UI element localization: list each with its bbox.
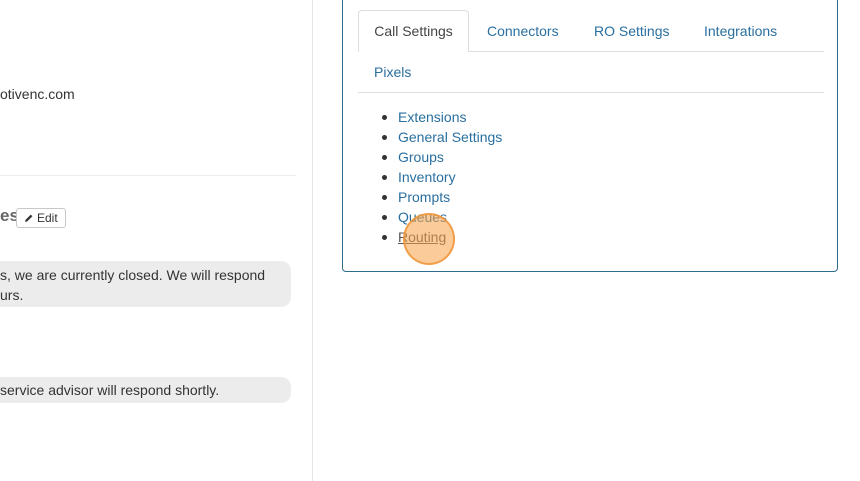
bullet [382,115,387,120]
bullet [382,135,387,140]
tab-row-divider [358,92,824,93]
link-inventory[interactable]: Inventory [398,169,456,185]
email-value: otivenc.com [0,86,75,102]
page: otivenc.com es Edit s, we are currently … [0,0,860,481]
settings-panel: Call Settings Connectors RO Settings Int… [342,0,838,272]
message-line: urs. [0,287,24,303]
bullet [382,235,387,240]
tab-row-divider [469,51,824,52]
message-line: service advisor will respond shortly. [0,382,220,398]
list-item: General Settings [375,127,502,147]
list-item: Queues [375,207,502,227]
call-settings-link-list: Extensions General Settings Groups Inven… [375,107,502,247]
pencil-icon [25,214,33,222]
tab-pixels[interactable]: Pixels [374,64,411,80]
tab-connectors[interactable]: Connectors [487,23,559,39]
tab-call-settings[interactable]: Call Settings [358,10,469,52]
list-item: Inventory [375,167,502,187]
list-item: Groups [375,147,502,167]
list-item: Routing [375,227,502,247]
bullet [382,195,387,200]
message-bubble: s, we are currently closed. We will resp… [0,261,291,307]
tab-ro-settings[interactable]: RO Settings [594,23,669,39]
left-column: otivenc.com es Edit s, we are currently … [0,0,313,481]
bullet [382,175,387,180]
link-queues[interactable]: Queues [398,209,447,225]
list-item: Prompts [375,187,502,207]
message-line: s, we are currently closed. We will resp… [0,267,266,283]
bullet [382,155,387,160]
message-bubble: service advisor will respond shortly. [0,377,291,403]
bullet [382,215,387,220]
edit-button-label: Edit [37,211,58,225]
link-prompts[interactable]: Prompts [398,189,450,205]
tab-integrations[interactable]: Integrations [704,23,777,39]
edit-button[interactable]: Edit [16,208,66,228]
link-groups[interactable]: Groups [398,149,444,165]
link-extensions[interactable]: Extensions [398,109,466,125]
list-item: Extensions [375,107,502,127]
section-divider [0,175,296,176]
link-general-settings[interactable]: General Settings [398,129,502,145]
link-routing[interactable]: Routing [398,229,446,245]
